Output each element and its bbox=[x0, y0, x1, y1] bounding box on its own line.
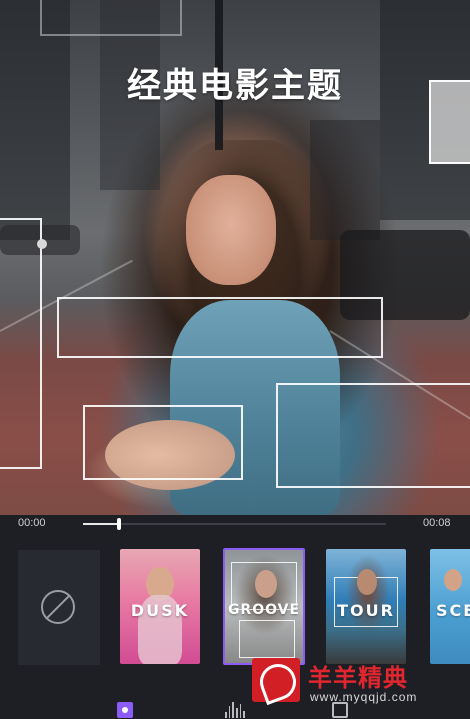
watermark-url: www.myqqjd.com bbox=[310, 690, 418, 704]
timeline: 00:00 00:08 bbox=[0, 515, 470, 540]
theme-frame bbox=[57, 297, 383, 358]
theme-frame bbox=[40, 0, 182, 36]
total-time: 00:08 bbox=[423, 517, 451, 529]
background-building bbox=[0, 0, 70, 240]
card-photo bbox=[255, 570, 277, 598]
theme-title: 经典电影主题 bbox=[127, 66, 343, 106]
current-time: 00:00 bbox=[18, 517, 46, 529]
card-photo bbox=[444, 569, 462, 591]
theme-card-label: GROOVE bbox=[227, 602, 301, 618]
seek-bar[interactable] bbox=[83, 523, 386, 525]
theme-card-groove[interactable]: GROOVE bbox=[223, 548, 305, 665]
theme-frame bbox=[0, 218, 42, 469]
audio-waveform-icon[interactable] bbox=[225, 702, 246, 718]
theme-frame bbox=[276, 383, 470, 488]
theme-card-tour[interactable]: TOUR bbox=[326, 549, 406, 664]
theme-card-dusk[interactable]: DUSK bbox=[120, 549, 200, 664]
card-photo bbox=[357, 569, 377, 595]
frame-handle bbox=[37, 239, 47, 249]
no-theme-icon bbox=[41, 590, 75, 624]
card-frame bbox=[239, 620, 295, 658]
seek-handle[interactable] bbox=[117, 518, 122, 530]
film-theme-icon[interactable] bbox=[117, 702, 133, 718]
subject-face bbox=[186, 175, 276, 285]
no-theme-button[interactable] bbox=[18, 550, 100, 665]
theme-card-label: SCE bbox=[436, 601, 470, 620]
watermark-brand: 羊羊精典 bbox=[308, 664, 408, 692]
adjust-icon[interactable] bbox=[332, 702, 348, 718]
video-preview[interactable]: 经典电影主题 bbox=[0, 0, 470, 515]
theme-frame bbox=[83, 405, 243, 480]
watermark-logo bbox=[252, 658, 300, 702]
theme-card-label: DUSK bbox=[130, 601, 190, 620]
seek-bar-progress bbox=[83, 523, 120, 525]
theme-card-scene[interactable]: SCE bbox=[430, 549, 470, 664]
theme-card-label: TOUR bbox=[337, 601, 395, 620]
